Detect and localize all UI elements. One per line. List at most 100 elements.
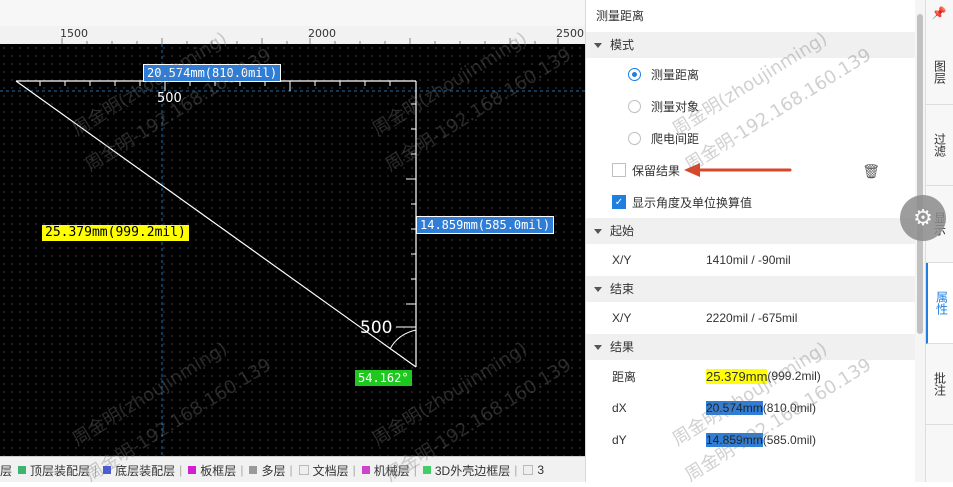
layer-label: 3D外壳边框层 — [434, 463, 511, 478]
mode-label: 测量对象 — [651, 99, 700, 114]
layer-label: 底层装配层 — [115, 463, 176, 478]
result-dy-mil: (585.0mil) — [762, 433, 817, 447]
section-result[interactable]: 结果 — [586, 334, 916, 360]
result-key: dY — [612, 433, 627, 447]
caret-down-icon — [594, 344, 602, 350]
layer-item[interactable]: 多层 — [249, 462, 285, 479]
result-key: 距离 — [612, 369, 637, 384]
keep-result-label: 保留结果 — [632, 163, 681, 178]
layer-label: 3 — [537, 463, 545, 477]
distance-label: 25.379mm(999.2mil) — [42, 225, 189, 241]
end-xy-row: X/Y 2220mil / -675mil — [586, 302, 916, 334]
layer-label: 顶层装配层 — [30, 463, 91, 478]
layer-label: 板框层 — [200, 463, 237, 478]
tab-filter[interactable]: 过滤 — [926, 105, 953, 186]
layer-separator: | — [413, 463, 417, 477]
layer-swatch — [103, 466, 112, 474]
end-xy-value: 2220mil / -675mil — [706, 311, 798, 325]
panel-scrollbar[interactable] — [915, 0, 925, 482]
result-dy-row: dY 14.859mm (585.0mil) — [586, 424, 916, 456]
show-angle-checkbox[interactable]: ✓ — [612, 195, 626, 209]
layer-label: 文档层 — [312, 463, 349, 478]
section-mode[interactable]: 模式 — [586, 32, 916, 58]
drawing-area[interactable]: 20.574mm(810.0mil) 14.859mm(585.0mil) 25… — [0, 44, 585, 456]
ruler-ticks — [61, 38, 559, 44]
section-start[interactable]: 起始 — [586, 218, 916, 244]
keep-result-row[interactable]: 保留结果 🗑 — [586, 154, 916, 186]
layer-item[interactable]: 3D外壳边框层 — [422, 462, 511, 479]
show-angle-label: 显示角度及单位换算值 — [632, 195, 753, 210]
dy-label: 14.859mm(585.0mil) — [416, 216, 555, 234]
start-xy-key: X/Y — [612, 253, 632, 267]
caret-down-icon — [594, 286, 602, 292]
layer-label: 层 — [0, 463, 13, 478]
section-title: 结束 — [610, 282, 635, 296]
end-xy-key: X/Y — [612, 311, 632, 325]
angle-label: 54.162° — [355, 370, 412, 386]
dx-label: 20.574mm(810.0mil) — [143, 64, 282, 82]
result-distance-row: 距离 25.379mm (999.2mil) — [586, 360, 916, 392]
layer-separator: | — [179, 463, 183, 477]
layer-item[interactable]: 层 — [0, 462, 12, 479]
start-xy-value: 1410mil / -90mil — [706, 253, 791, 267]
result-distance-mil: (999.2mil) — [767, 369, 821, 383]
right-tab-strip: 图层 过滤 显示 属性 批注 — [925, 0, 953, 482]
layer-swatch — [422, 466, 431, 474]
gear-icon[interactable]: ⚙ — [900, 195, 946, 241]
layer-item[interactable]: 文档层 — [298, 462, 349, 479]
layer-bar: 层 顶层装配层 | 底层装配层 | 板框层 | 多层 | 文档层 | 机械层 |… — [0, 456, 585, 482]
show-angle-row[interactable]: ✓ 显示角度及单位换算值 — [586, 186, 916, 218]
layer-swatch — [361, 466, 370, 474]
result-distance-mm: 25.379mm — [706, 368, 768, 384]
tab-properties[interactable]: 属性 — [926, 263, 953, 344]
tab-notes[interactable]: 批注 — [926, 344, 953, 425]
dx-scale-number: 500 — [157, 91, 182, 106]
radio-selected-icon[interactable] — [628, 67, 641, 81]
section-end[interactable]: 结束 — [586, 276, 916, 302]
mode-label: 测量距离 — [651, 67, 700, 82]
pcb-canvas[interactable]: 1500 2000 2500 20.574mm(810.0mil) 14.859… — [0, 0, 585, 482]
panel-title: 测量距离 — [596, 9, 645, 23]
layer-label: 多层 — [261, 463, 286, 478]
section-title: 结果 — [610, 340, 635, 354]
layer-item[interactable]: 顶层装配层 — [18, 462, 90, 479]
properties-panel: 测量距离 模式 测量距离 测量对象 爬电间距 保留结果 🗑 ✓ 显示角度及单位换… — [585, 0, 916, 482]
layer-swatch — [523, 465, 534, 475]
layer-separator: | — [289, 463, 293, 477]
layer-separator: | — [240, 463, 244, 477]
layer-item[interactable]: 板框层 — [188, 462, 236, 479]
layer-separator: | — [514, 463, 518, 477]
layer-item[interactable]: 机械层 — [361, 462, 410, 479]
layer-separator: | — [352, 463, 356, 477]
canvas-topbar — [0, 0, 585, 27]
layer-item[interactable]: 3 — [523, 463, 544, 477]
result-key: dX — [612, 401, 627, 415]
radio-icon[interactable] — [628, 99, 641, 113]
pin-icon[interactable]: 📌 — [925, 6, 953, 20]
scrollbar-thumb[interactable] — [917, 14, 923, 334]
radio-icon[interactable] — [628, 131, 641, 145]
result-dy-mm: 14.859mm — [706, 433, 763, 447]
horizontal-ruler: 1500 2000 2500 — [0, 26, 585, 45]
layer-item[interactable]: 底层装配层 — [103, 462, 175, 479]
mode-option-distance[interactable]: 测量距离 — [586, 58, 916, 90]
distance-line — [15, 80, 417, 368]
measurement-overlay — [0, 44, 585, 456]
tab-layers[interactable]: 图层 — [926, 40, 953, 105]
caret-down-icon — [594, 42, 602, 48]
caret-down-icon — [594, 228, 602, 234]
dy-scale-number: 500 — [360, 318, 393, 338]
layer-swatch — [249, 466, 258, 474]
mode-option-creepage[interactable]: 爬电间距 — [586, 122, 916, 154]
layer-separator: | — [94, 463, 98, 477]
layer-swatch — [298, 465, 309, 475]
trash-icon[interactable]: 🗑 — [862, 163, 880, 180]
dx-scale-ticks — [39, 81, 391, 91]
annotation-arrow-icon — [684, 163, 792, 177]
section-title: 起始 — [610, 224, 635, 238]
layer-swatch — [188, 466, 197, 474]
mode-option-object[interactable]: 测量对象 — [586, 90, 916, 122]
dy-scale-ticks — [396, 103, 416, 328]
result-dx-mil: (810.0mil) — [762, 401, 817, 415]
keep-result-checkbox[interactable] — [612, 163, 626, 177]
